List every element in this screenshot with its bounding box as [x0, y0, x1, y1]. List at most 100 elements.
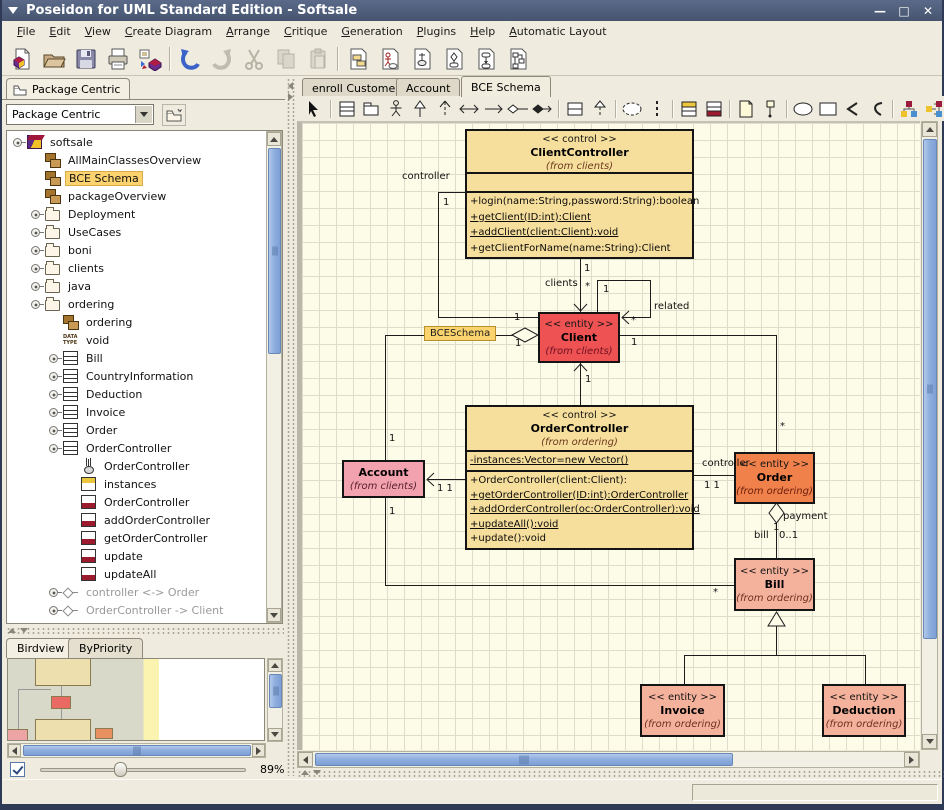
class-client[interactable]: << entity >> Client (from clients) [538, 312, 620, 363]
tree-item[interactable]: OrderController -> Client [7, 601, 282, 619]
tree-item[interactable]: Bill [7, 349, 282, 367]
tree-item[interactable]: OrderController [7, 493, 282, 511]
diagram-canvas[interactable]: << control >> ClientController (from cli… [297, 121, 920, 750]
tree-item[interactable]: AllMainClassesOverview [7, 151, 282, 169]
zoom-slider-knob[interactable] [114, 762, 127, 777]
multiplicity-label[interactable]: 1 [389, 506, 395, 517]
multiplicity-label[interactable]: 1 [515, 338, 521, 349]
scroll-down-icon[interactable] [922, 734, 937, 749]
tab-birdview[interactable]: Birdview [6, 638, 75, 658]
tree-item[interactable]: packageOverview [7, 187, 282, 205]
scroll-left-icon[interactable] [8, 744, 21, 757]
arc-tool-icon[interactable] [865, 98, 890, 120]
new-activity-diagram-icon[interactable] [470, 44, 502, 74]
new-object-diagram-icon[interactable] [406, 44, 438, 74]
multiplicity-label[interactable]: * [585, 281, 590, 292]
tree-expand-handle[interactable] [31, 246, 44, 255]
operation[interactable]: +updateAll():void [467, 518, 692, 533]
tree-item[interactable]: controller <-> Order [7, 583, 282, 601]
new-deployment-diagram-icon[interactable] [502, 44, 534, 74]
tree-expand-handle[interactable] [49, 408, 62, 417]
tree-expand-handle[interactable] [31, 228, 44, 237]
scroll-right-icon[interactable] [904, 752, 919, 767]
multiplicity-label[interactable]: 1 [603, 284, 609, 295]
undo-icon[interactable] [174, 44, 206, 74]
multiplicity-label[interactable]: 1 [585, 374, 591, 385]
operation[interactable]: +getClient(ID:int):Client [467, 210, 692, 226]
tree-expand-handle[interactable] [31, 282, 44, 291]
tree-item[interactable]: CountryInformation [7, 367, 282, 385]
multiplicity-label[interactable]: 1 1 [704, 480, 720, 491]
scroll-up-icon[interactable] [268, 659, 282, 672]
tree-item[interactable]: Invoice [7, 403, 282, 421]
tree-expand-handle[interactable] [49, 390, 62, 399]
tree-item[interactable]: instances [7, 475, 282, 493]
class-ordercontroller[interactable]: << control >> OrderController (from orde… [465, 405, 694, 550]
new-statechart-diagram-icon[interactable] [438, 44, 470, 74]
model-tree[interactable]: softsale AllMainClassesOverview BCE Sche… [6, 130, 283, 624]
tree-item[interactable]: BCE Schema [7, 169, 282, 187]
class-bill[interactable]: << entity >> Bill (from ordering) [734, 558, 815, 611]
scroll-right-icon[interactable] [252, 744, 265, 757]
splitter-collapse-up-icon[interactable] [301, 770, 309, 775]
operation[interactable]: +getClientForName(name:String):Client [467, 241, 692, 257]
directed-association-tool-icon[interactable] [482, 98, 507, 120]
birdview-thumbnail[interactable] [7, 658, 265, 741]
polyline-tool-icon[interactable] [840, 98, 865, 120]
tree-item[interactable]: softsale [7, 133, 282, 151]
operation[interactable]: +addClient(client:Client):void [467, 225, 692, 241]
menu-generation[interactable]: Generation [334, 23, 409, 40]
menu-create-diagram[interactable]: Create Diagram [118, 23, 219, 40]
maximize-button[interactable]: □ [896, 4, 912, 18]
association-role-label[interactable]: controller [702, 458, 750, 469]
abstraction-tool-icon[interactable] [588, 98, 613, 120]
tree-item[interactable]: boni [7, 241, 282, 259]
paste-icon[interactable] [302, 44, 334, 74]
splitter-collapse-up-icon[interactable] [8, 628, 16, 633]
multiplicity-label[interactable]: 1 [514, 312, 520, 323]
generalization-tool-icon[interactable] [408, 98, 433, 120]
tree-item[interactable]: ordering [7, 295, 282, 313]
tree-item[interactable]: updateAll [7, 565, 282, 583]
multiplicity-label[interactable]: 1 1 [437, 483, 453, 494]
menu-view[interactable]: View [78, 23, 118, 40]
tree-item[interactable]: getOrderController [7, 529, 282, 547]
layout-vertical-tool-icon[interactable] [897, 98, 922, 120]
dashed-line-tool-icon[interactable] [645, 98, 670, 120]
multiplicity-label[interactable]: 1 [584, 263, 590, 274]
scrollbar-thumb[interactable] [923, 139, 937, 639]
association-name-tag[interactable]: BCESchema [424, 326, 496, 341]
association-role-label[interactable]: controller [402, 171, 450, 182]
tree-expand-handle[interactable] [49, 426, 62, 435]
window-menu-icon[interactable] [8, 7, 18, 14]
association-tool-icon[interactable] [457, 98, 482, 120]
tree-item[interactable]: OrderController [7, 457, 282, 475]
canvas-horizontal-scrollbar[interactable] [297, 751, 920, 768]
dropdown-arrow-icon[interactable] [135, 106, 152, 123]
new-file-icon[interactable] [6, 44, 38, 74]
vertical-splitter[interactable] [286, 78, 296, 776]
print-icon[interactable] [102, 44, 134, 74]
menu-arrange[interactable]: Arrange [219, 23, 277, 40]
operation[interactable]: +login(name:String,password:String):bool… [467, 194, 692, 210]
tree-expand-handle[interactable] [49, 606, 62, 615]
class-deduction[interactable]: << entity >> Deduction (from ordering) [822, 684, 906, 737]
tree-item[interactable]: Order [7, 421, 282, 439]
canvas-vertical-scrollbar[interactable] [921, 121, 938, 750]
menu-edit[interactable]: Edit [42, 23, 77, 40]
birdview-vertical-scrollbar[interactable] [267, 658, 283, 742]
menu-critique[interactable]: Critique [277, 23, 334, 40]
scroll-up-icon[interactable] [922, 122, 937, 137]
splitter-collapse-right-icon[interactable] [288, 93, 293, 101]
tab-enroll-customer[interactable]: enroll Customer [302, 78, 410, 97]
copy-icon[interactable] [270, 44, 302, 74]
association-role-label[interactable]: payment [783, 511, 828, 522]
menu-automatic-layout[interactable]: Automatic Layout [502, 23, 613, 40]
tree-expand-handle[interactable] [31, 264, 44, 273]
scrollbar-thumb[interactable] [23, 745, 251, 756]
close-button[interactable]: ✕ [920, 4, 936, 18]
zoom-slider-track[interactable] [40, 768, 246, 772]
scrollbar-thumb[interactable] [315, 753, 733, 766]
tree-item[interactable]: Deployment [7, 205, 282, 223]
rectangle-tool-icon[interactable] [816, 98, 841, 120]
